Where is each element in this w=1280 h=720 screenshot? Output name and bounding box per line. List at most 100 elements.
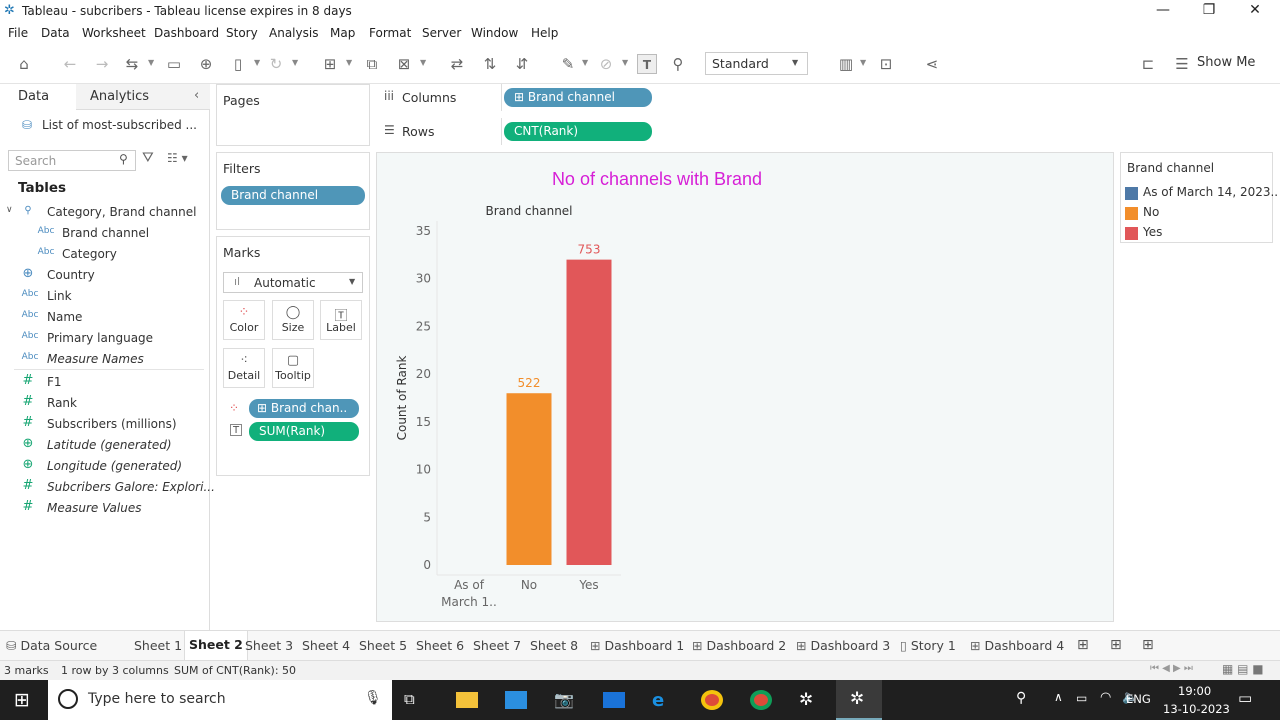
field-primary-language[interactable]: Abc Primary language — [0, 328, 208, 348]
color-button[interactable]: ⁘ Color — [223, 300, 265, 340]
field-f1[interactable]: # F1 — [0, 372, 208, 392]
field-subscribers-millions[interactable]: # Subscribers (millions) — [0, 414, 208, 434]
sheet-tab-data-source[interactable]: ⛁ Data Source — [6, 638, 97, 653]
restore-icon[interactable]: ❐ — [1194, 2, 1224, 18]
datasource-name[interactable]: List of most-subscribed ... — [42, 118, 197, 132]
redo-icon[interactable]: → — [92, 54, 112, 74]
task-view-icon[interactable]: ⧉ — [404, 690, 426, 710]
sheet-tab-sheet-4[interactable]: Sheet 4 — [302, 638, 350, 653]
sheet-tab-dashboard-3[interactable]: ⊞ Dashboard 3 — [796, 638, 890, 653]
filter-icon[interactable]: ⛛ — [142, 150, 154, 166]
taskbar-search[interactable]: Type here to search 🎙 — [48, 680, 392, 720]
chevron-down-icon[interactable]: ▼ — [148, 58, 154, 67]
menu-story[interactable]: Story — [226, 26, 258, 40]
pause-update-icon[interactable]: ▯ — [228, 54, 248, 74]
sheet-view-icons[interactable]: ▦ ▤ ■ — [1222, 662, 1264, 676]
field-latitude-generated[interactable]: ⊕ Latitude (generated) — [0, 435, 208, 455]
group-icon[interactable]: ⊘ — [596, 54, 616, 74]
show-labels-icon[interactable]: T — [637, 54, 657, 74]
close-icon[interactable]: ✕ — [1240, 2, 1270, 18]
rows-pill[interactable]: CNT(Rank) — [504, 122, 652, 141]
columns-pill[interactable]: ⊞ Brand channel — [504, 88, 652, 107]
field-category[interactable]: Abc Category — [0, 244, 208, 264]
duplicate-icon[interactable]: ⧉ — [362, 54, 382, 74]
mark-type-select[interactable]: ıl Automatic ▼ — [223, 272, 363, 293]
show-me-button[interactable]: Show Me — [1197, 55, 1255, 70]
field-measure-values[interactable]: # Measure Values — [0, 498, 208, 518]
menu-data[interactable]: Data — [41, 26, 70, 40]
field-country[interactable]: ⊕ Country — [0, 265, 208, 285]
chevron-down-icon[interactable]: ∨ — [6, 205, 13, 215]
sheet-tab-sheet-3[interactable]: Sheet 3 — [245, 638, 293, 653]
size-button[interactable]: ◯ Size — [272, 300, 314, 340]
store-icon[interactable] — [505, 691, 527, 709]
menu-map[interactable]: Map — [330, 26, 355, 40]
tableau-taskbar-icon[interactable]: ✲ — [799, 690, 821, 710]
pin-icon[interactable]: ⚲ — [668, 54, 688, 74]
clock-date[interactable]: 13-10-2023 — [1163, 702, 1230, 716]
field-category-brand-channel[interactable]: ⚲ ∨ Category, Brand channel — [0, 202, 208, 222]
new-datasource-icon[interactable]: ⊕ — [196, 54, 216, 74]
field-measure-names[interactable]: Abc Measure Names — [0, 349, 208, 369]
sheet-tab-dashboard-2[interactable]: ⊞ Dashboard 2 — [692, 638, 786, 653]
field-subcribers-galore-explori[interactable]: # Subcribers Galore: Explori... — [0, 477, 215, 497]
edge-icon[interactable]: e — [652, 690, 674, 711]
battery-icon[interactable]: ▭ — [1076, 691, 1087, 705]
menu-dashboard[interactable]: Dashboard — [154, 26, 219, 40]
collapse-icon[interactable]: ‹ — [194, 88, 199, 103]
search-input[interactable]: Search ⚲ — [8, 150, 136, 171]
sort-descending-icon[interactable]: ⇵ — [512, 54, 532, 74]
annotate-icon[interactable]: ⊏ — [1138, 54, 1158, 74]
minimize-icon[interactable]: — — [1148, 2, 1178, 18]
swap-icon[interactable]: ⇄ — [447, 54, 467, 74]
field-rank[interactable]: # Rank — [0, 393, 208, 413]
home-icon[interactable]: ⌂ — [14, 54, 34, 74]
sheet-tab-sheet-2[interactable]: Sheet 2 — [184, 631, 248, 661]
new-worksheet-icon[interactable]: ⊞ — [1077, 637, 1089, 653]
sheet-tab-dashboard-4[interactable]: ⊞ Dashboard 4 — [970, 638, 1064, 653]
refresh-icon[interactable]: ↻ — [266, 54, 286, 74]
chevron-down-icon[interactable]: ▼ — [622, 58, 628, 67]
chevron-down-icon[interactable]: ▼ — [254, 58, 260, 67]
chevron-down-icon[interactable]: ▼ — [420, 58, 426, 67]
field-link[interactable]: Abc Link — [0, 286, 208, 306]
chevron-up-icon[interactable]: ∧ — [1054, 690, 1063, 704]
field-brand-channel[interactable]: Abc Brand channel — [0, 223, 208, 243]
chrome-profile-icon[interactable] — [750, 690, 772, 710]
people-icon[interactable]: ⚲ — [1016, 690, 1026, 706]
chevron-down-icon[interactable]: ▼ — [860, 58, 866, 67]
menu-server[interactable]: Server — [422, 26, 461, 40]
highlight-icon[interactable]: ✎ — [558, 54, 578, 74]
new-dashboard-icon[interactable]: ⊞ — [1110, 637, 1122, 653]
tab-data[interactable]: Data — [0, 84, 76, 110]
mail-icon[interactable] — [603, 692, 625, 708]
windows-start-icon[interactable]: ⊞ — [14, 689, 30, 711]
language-indicator[interactable]: ENG — [1126, 692, 1151, 706]
fit-select[interactable]: Standard ▼ — [705, 52, 808, 75]
menu-format[interactable]: Format — [369, 26, 411, 40]
new-story-icon[interactable]: ⊞ — [1142, 637, 1154, 653]
tooltip-button[interactable]: ▢ Tooltip — [272, 348, 314, 388]
clear-sheet-icon[interactable]: ⊠ — [394, 54, 414, 74]
label-button[interactable]: 🅃 Label — [320, 300, 362, 340]
share-icon[interactable]: ⋖ — [922, 54, 942, 74]
presentation-icon[interactable]: ⊡ — [876, 54, 896, 74]
sheet-tab-story-1[interactable]: ▯ Story 1 — [900, 638, 956, 653]
menu-worksheet[interactable]: Worksheet — [82, 26, 146, 40]
view-options-icon[interactable]: ☷ ▾ — [167, 151, 188, 165]
file-explorer-icon[interactable] — [456, 692, 478, 708]
menu-file[interactable]: File — [8, 26, 28, 40]
sheet-tab-sheet-8[interactable]: Sheet 8 — [530, 638, 578, 653]
sheet-tab-dashboard-1[interactable]: ⊞ Dashboard 1 — [590, 638, 684, 653]
sort-ascending-icon[interactable]: ⇅ — [480, 54, 500, 74]
notifications-icon[interactable]: ▭ — [1238, 689, 1252, 707]
chevron-down-icon[interactable]: ▼ — [582, 58, 588, 67]
sheet-nav-icons[interactable]: ⏮ ◀ ▶ ⏭ — [1150, 663, 1193, 674]
replay-icon[interactable]: ⇆ — [122, 54, 142, 74]
menu-analysis[interactable]: Analysis — [269, 26, 318, 40]
menu-window[interactable]: Window — [471, 26, 518, 40]
marks-pill-sum-rank[interactable]: SUM(Rank) — [249, 422, 359, 441]
new-worksheet-icon[interactable]: ⊞ — [320, 54, 340, 74]
sheet-tab-sheet-5[interactable]: Sheet 5 — [359, 638, 407, 653]
tab-analytics[interactable]: Analytics ‹ — [76, 84, 210, 110]
